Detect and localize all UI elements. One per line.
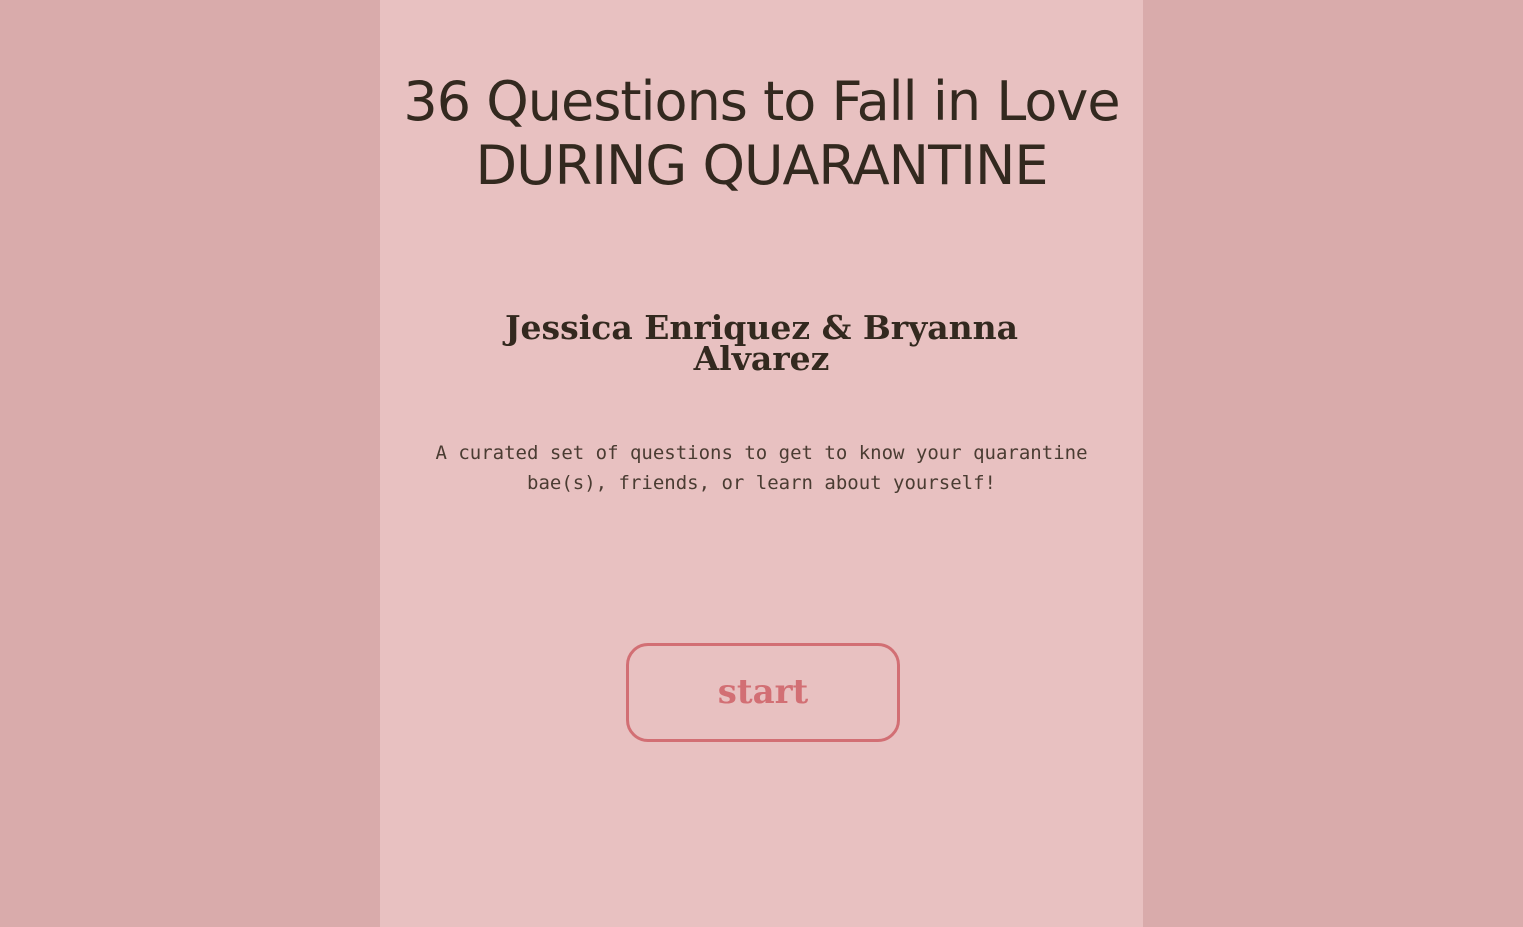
- title-line-1: 36 Questions to Fall in Love: [403, 70, 1120, 133]
- title-line-2: DURING QUARANTINE: [475, 134, 1048, 197]
- main-panel: 36 Questions to Fall in Love DURING QUAR…: [380, 0, 1143, 927]
- description-text: A curated set of questions to get to kno…: [435, 442, 1088, 494]
- authors-heading: Jessica Enriquez & Bryanna Alvarez: [504, 308, 1019, 378]
- page-title: 36 Questions to Fall in Love DURING QUAR…: [380, 70, 1143, 198]
- start-button[interactable]: start: [626, 643, 900, 742]
